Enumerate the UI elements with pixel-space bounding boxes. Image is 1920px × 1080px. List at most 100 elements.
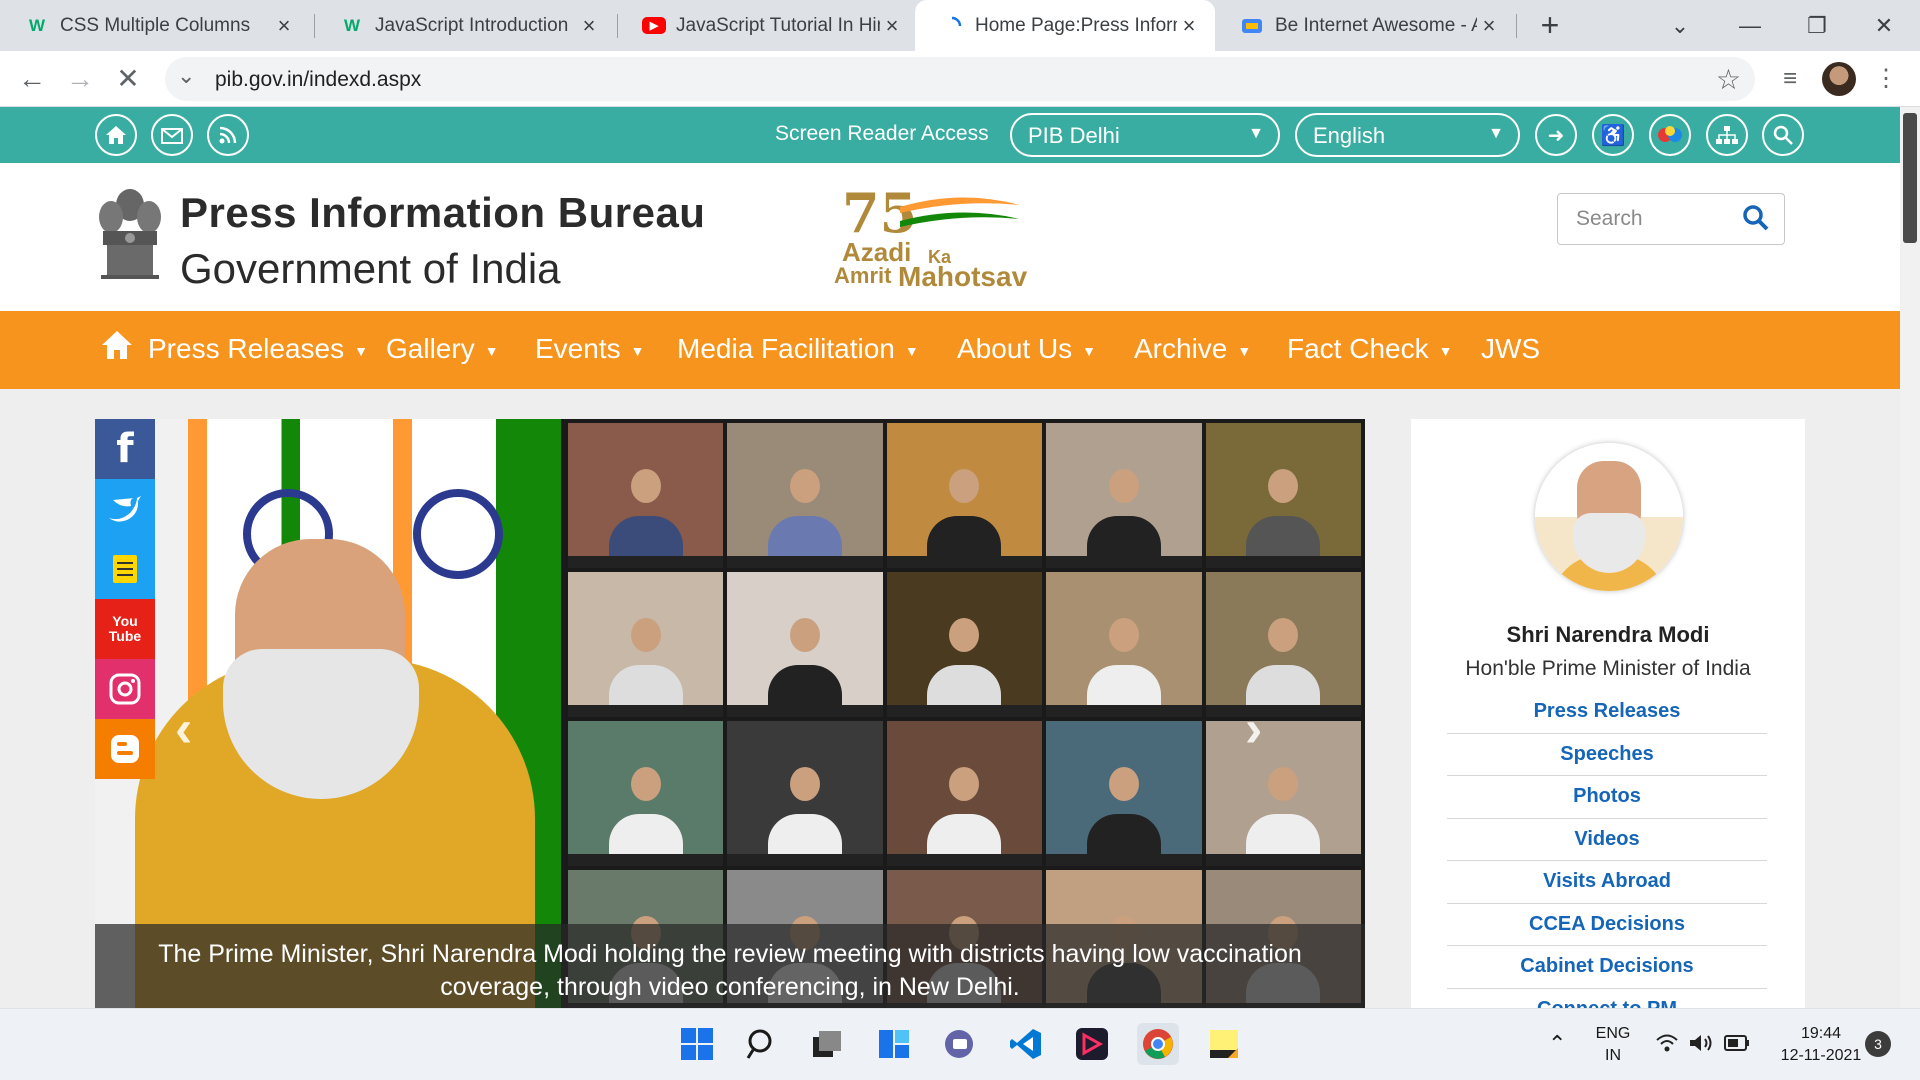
instagram-icon[interactable] bbox=[95, 659, 155, 719]
search-icon[interactable] bbox=[1742, 204, 1770, 232]
chrome-icon[interactable] bbox=[1137, 1023, 1179, 1065]
pm-avatar[interactable] bbox=[1535, 443, 1683, 591]
nav-events[interactable]: Events ▼ bbox=[535, 333, 644, 365]
site-info-icon[interactable]: ⌄ bbox=[177, 63, 195, 89]
chevron-down-icon: ▼ bbox=[630, 342, 645, 359]
close-tab-icon[interactable]: × bbox=[272, 13, 296, 39]
pm-link-ccea-decisions[interactable]: CCEA Decisions bbox=[1447, 904, 1767, 946]
sticky-notes-icon[interactable] bbox=[1203, 1023, 1245, 1065]
nav-gallery[interactable]: Gallery ▼ bbox=[386, 333, 499, 365]
close-window-button[interactable]: ✕ bbox=[1864, 6, 1904, 46]
carousel-next-icon[interactable]: › bbox=[1245, 699, 1262, 759]
restore-button[interactable]: ❐ bbox=[1797, 6, 1837, 46]
nav-jws[interactable]: JWS bbox=[1481, 333, 1540, 365]
azadi-ka-amrit-mahotsav-logo[interactable]: 75 Azadi Ka Amrit Mahotsav bbox=[830, 181, 1030, 292]
nav-label: Fact Check bbox=[1287, 333, 1429, 364]
email-icon[interactable] bbox=[151, 114, 193, 156]
browser-tab[interactable]: W JavaScript Introduction × bbox=[315, 0, 615, 51]
share-icon[interactable]: ➜ bbox=[1535, 114, 1577, 156]
carousel-prev-icon[interactable]: ‹ bbox=[175, 699, 192, 759]
stop-loading-button[interactable]: ✕ bbox=[108, 59, 148, 99]
widgets-icon[interactable] bbox=[873, 1023, 915, 1065]
ashoka-chakra-icon bbox=[413, 489, 503, 579]
page-scrollbar[interactable] bbox=[1900, 107, 1920, 1008]
pm-link-press-releases[interactable]: Press Releases bbox=[1447, 691, 1767, 734]
rss-icon[interactable] bbox=[207, 114, 249, 156]
search-icon[interactable] bbox=[1762, 114, 1804, 156]
new-tab-button[interactable]: + bbox=[1532, 8, 1568, 44]
browser-tab-active[interactable]: Home Page:Press Information Bureau × bbox=[915, 0, 1215, 51]
profile-avatar[interactable] bbox=[1822, 62, 1856, 96]
nav-about-us[interactable]: About Us ▼ bbox=[957, 333, 1096, 365]
tab-title: Be Internet Awesome - All bbox=[1275, 14, 1477, 36]
sitemap-icon[interactable] bbox=[1706, 114, 1748, 156]
language-select[interactable]: English ▼ bbox=[1295, 113, 1520, 157]
notification-badge[interactable]: 3 bbox=[1865, 1031, 1891, 1057]
battery-icon[interactable] bbox=[1724, 1035, 1750, 1056]
pm-link-cabinet-decisions[interactable]: Cabinet Decisions bbox=[1447, 946, 1767, 989]
taskbar-search-icon[interactable] bbox=[741, 1023, 783, 1065]
pm-links: Press Releases Speeches Photos Videos Vi… bbox=[1447, 691, 1767, 1008]
site-search-input[interactable]: Search bbox=[1557, 193, 1785, 245]
twitter-icon[interactable] bbox=[95, 479, 155, 539]
windows-start-icon[interactable] bbox=[676, 1023, 718, 1065]
region-select[interactable]: PIB Delhi ▼ bbox=[1010, 113, 1280, 157]
volume-icon[interactable] bbox=[1688, 1033, 1714, 1058]
youtube-icon: ▶ bbox=[642, 17, 666, 34]
national-emblem-logo bbox=[97, 183, 163, 293]
close-tab-icon[interactable]: × bbox=[1177, 13, 1201, 39]
forward-button[interactable]: → bbox=[60, 59, 100, 99]
chevron-down-icon: ▼ bbox=[1237, 342, 1252, 359]
nav-label: Gallery bbox=[386, 333, 475, 364]
nav-media-facilitation[interactable]: Media Facilitation ▼ bbox=[677, 333, 919, 365]
chevron-down-icon: ▼ bbox=[1082, 342, 1097, 359]
vc-tile bbox=[1046, 572, 1202, 717]
screen-reader-access-link[interactable]: Screen Reader Access bbox=[775, 122, 989, 146]
scrollbar-thumb[interactable] bbox=[1903, 113, 1917, 243]
home-icon[interactable] bbox=[95, 114, 137, 156]
color-contrast-icon[interactable] bbox=[1649, 114, 1691, 156]
site-title: Press Information Bureau bbox=[180, 189, 706, 236]
hero-carousel[interactable]: ‹ › The Prime Minister, Shri Narendra Mo… bbox=[95, 419, 1365, 1008]
accessibility-icon[interactable]: ♿ bbox=[1592, 114, 1634, 156]
close-tab-icon[interactable]: × bbox=[577, 13, 601, 39]
home-icon[interactable] bbox=[100, 329, 134, 361]
app-icon[interactable] bbox=[1071, 1023, 1113, 1065]
bookmark-star-icon[interactable]: ☆ bbox=[1716, 63, 1741, 96]
pm-link-videos[interactable]: Videos bbox=[1447, 819, 1767, 861]
close-tab-icon[interactable]: × bbox=[880, 13, 904, 39]
show-hidden-icons-chevron-icon[interactable]: ⌃ bbox=[1548, 1031, 1566, 1057]
pm-link-connect-to-pm[interactable]: Connect to PM bbox=[1447, 989, 1767, 1009]
wifi-icon[interactable] bbox=[1655, 1033, 1679, 1058]
vscode-icon[interactable] bbox=[1005, 1023, 1047, 1065]
vc-tile bbox=[886, 721, 1043, 866]
nav-archive[interactable]: Archive ▼ bbox=[1134, 333, 1251, 365]
blogger-icon[interactable] bbox=[95, 719, 155, 779]
browser-tab[interactable]: ▶ JavaScript Tutorial In Hindi × bbox=[618, 0, 918, 51]
task-view-icon[interactable] bbox=[806, 1023, 848, 1065]
nav-label: About Us bbox=[957, 333, 1073, 364]
browser-tab[interactable]: W CSS Multiple Columns × bbox=[0, 0, 310, 51]
back-button[interactable]: ← bbox=[12, 59, 52, 99]
browser-menu-icon[interactable]: ⋮ bbox=[1866, 59, 1906, 99]
nav-press-releases[interactable]: Press Releases ▼ bbox=[148, 333, 368, 365]
loading-icon bbox=[939, 15, 965, 37]
vc-tile bbox=[727, 721, 883, 866]
nav-fact-check[interactable]: Fact Check ▼ bbox=[1287, 333, 1452, 365]
pm-link-visits-abroad[interactable]: Visits Abroad bbox=[1447, 861, 1767, 904]
reading-list-icon[interactable]: ≡ bbox=[1770, 59, 1810, 99]
koo-icon[interactable] bbox=[95, 539, 155, 599]
pm-link-speeches[interactable]: Speeches bbox=[1447, 734, 1767, 776]
minimize-button[interactable]: — bbox=[1730, 6, 1770, 46]
address-bar[interactable]: ⌄ pib.gov.in/indexd.aspx ☆ bbox=[165, 57, 1755, 101]
input-language-indicator[interactable]: ENG IN bbox=[1590, 1023, 1636, 1067]
close-tab-icon[interactable]: × bbox=[1477, 13, 1501, 39]
clock[interactable]: 19:44 12-11-2021 bbox=[1766, 1023, 1876, 1067]
pm-link-photos[interactable]: Photos bbox=[1447, 776, 1767, 819]
url-text[interactable]: pib.gov.in/indexd.aspx bbox=[215, 68, 421, 92]
youtube-icon[interactable]: You Tube bbox=[95, 599, 155, 659]
browser-tab[interactable]: Be Internet Awesome - All × bbox=[1215, 0, 1515, 51]
tab-search-chevron-icon[interactable]: ⌄ bbox=[1660, 6, 1700, 46]
teams-chat-icon[interactable] bbox=[939, 1023, 981, 1065]
facebook-icon[interactable]: f bbox=[95, 419, 155, 479]
